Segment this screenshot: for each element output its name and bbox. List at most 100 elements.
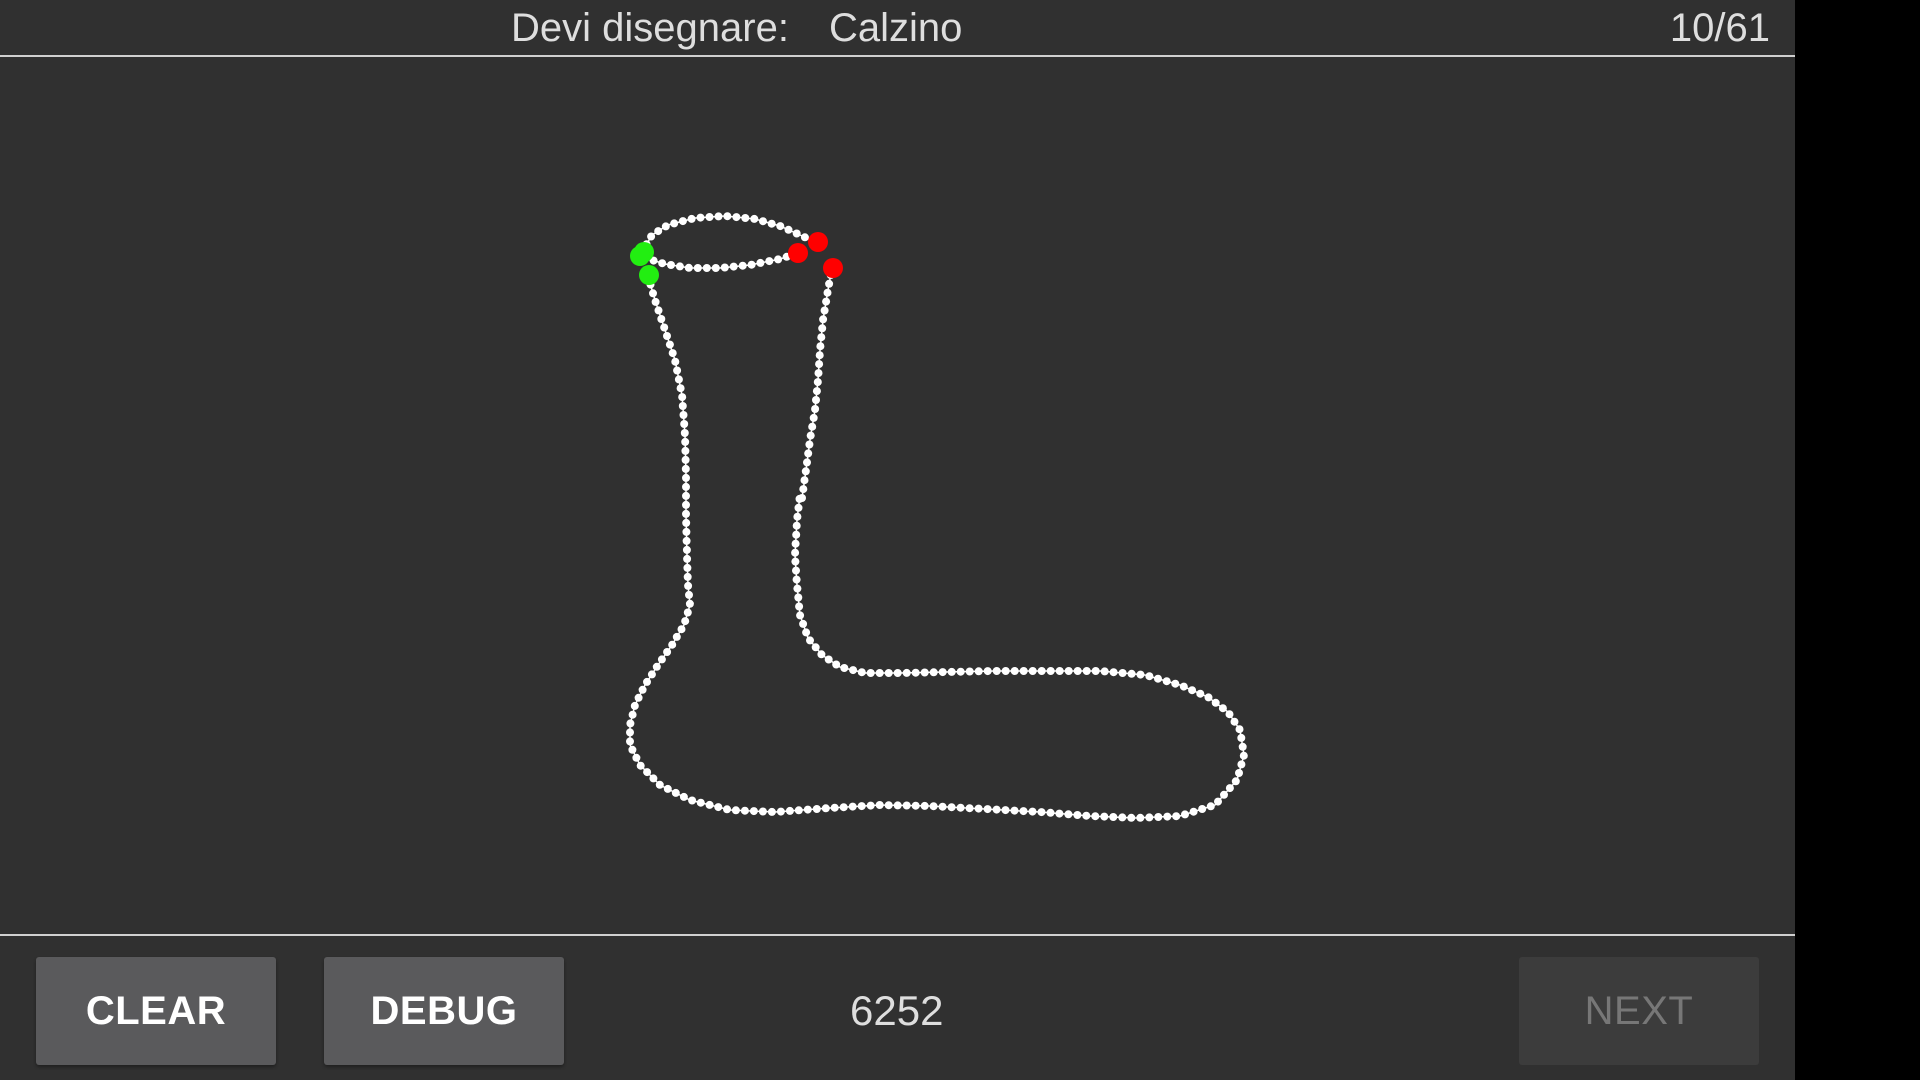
stroke-point [1237, 733, 1246, 742]
stroke-point [711, 264, 720, 272]
stroke-point [796, 611, 805, 620]
stroke-point [683, 554, 692, 563]
stroke-point [1037, 667, 1046, 675]
stroke-point [992, 805, 1001, 814]
stroke-point [705, 213, 714, 221]
stroke-point [785, 806, 794, 815]
stroke-point [679, 792, 688, 801]
stroke-point [819, 315, 828, 324]
stroke-point [818, 324, 827, 333]
stroke-point [750, 214, 759, 223]
stroke-point [823, 288, 832, 297]
stroke-point [714, 212, 723, 221]
stroke-point [799, 485, 808, 494]
stroke-point [983, 805, 992, 814]
stroke-point [682, 500, 690, 509]
stroke-point [805, 440, 814, 449]
stroke-point [794, 593, 803, 602]
stroke-point [1136, 813, 1145, 822]
stroke-point [626, 728, 634, 737]
debug-button[interactable]: DEBUG [324, 957, 564, 1065]
stroke-point [808, 422, 817, 431]
stroke-point [714, 803, 723, 812]
stroke-point [793, 512, 802, 521]
stroke-point [1055, 667, 1064, 675]
stroke-point [649, 289, 657, 298]
stroke-point [1001, 667, 1010, 675]
stroke-point [800, 476, 809, 485]
stroke-point [683, 563, 692, 572]
stroke-point [673, 366, 682, 375]
app-window: Devi disegnare: Calzino 10/61 CLEAR DEBU… [0, 0, 1795, 1080]
stroke-point [825, 279, 834, 288]
stroke-point [911, 801, 920, 810]
stroke-point [688, 796, 697, 805]
stroke-point [1082, 667, 1091, 675]
stroke-point [1064, 667, 1073, 675]
stroke-point [799, 619, 808, 628]
stroke-point [758, 807, 767, 816]
stroke-point [1172, 812, 1181, 821]
stroke-point [857, 668, 866, 677]
stroke-point [814, 369, 823, 378]
stroke-point [678, 217, 687, 226]
stroke-point [741, 214, 750, 222]
stroke-point [857, 802, 866, 811]
stroke-point [682, 491, 690, 500]
drawing-canvas[interactable] [0, 57, 1795, 935]
stroke-point [638, 685, 647, 694]
stroke-point [665, 340, 674, 349]
stroke-point [956, 667, 965, 676]
stroke-point [663, 332, 671, 340]
stroke-point [720, 263, 729, 272]
stroke-point [729, 262, 738, 271]
stroke-point [1091, 812, 1100, 821]
stroke-point [687, 214, 696, 223]
stroke-point [866, 801, 875, 810]
stroke-point [1218, 704, 1227, 713]
stroke-point [793, 584, 802, 593]
stroke-point [813, 378, 822, 387]
stroke-point [830, 803, 839, 812]
stroke-point [1136, 670, 1145, 679]
stroke-point [974, 804, 983, 813]
stroke-point [812, 805, 821, 813]
stroke-point [677, 625, 686, 634]
stroke-point [1127, 813, 1136, 822]
stroke-point [1204, 693, 1213, 702]
stroke-point [784, 225, 793, 234]
stroke-point [1181, 810, 1189, 819]
stroke-point [1230, 717, 1239, 726]
stroke-point [681, 464, 690, 473]
header-bar: Devi disegnare: Calzino 10/61 [0, 0, 1795, 57]
stroke-point [902, 668, 911, 677]
stroke-point [654, 227, 663, 236]
stroke-point [791, 557, 800, 566]
stroke-point [749, 807, 758, 816]
drawing-svg [626, 212, 1248, 822]
stroke-point [815, 351, 824, 360]
stroke-point [1196, 689, 1205, 698]
stroke-point [1206, 802, 1215, 811]
stroke-point [685, 590, 693, 599]
stroke-point [938, 802, 947, 811]
stroke-point [806, 431, 815, 440]
stroke-point [1082, 811, 1091, 820]
stroke-point [776, 222, 785, 231]
stroke-point [965, 667, 974, 676]
stroke-point [647, 670, 656, 679]
stroke-point [663, 784, 672, 793]
stroke-point [1154, 674, 1162, 683]
stroke-point [651, 297, 660, 306]
clear-button[interactable]: CLEAR [36, 957, 276, 1065]
stroke-point [832, 660, 841, 669]
stroke-point [929, 668, 938, 677]
next-button[interactable]: NEXT [1519, 957, 1759, 1065]
stroke-point [660, 323, 669, 332]
stroke-point [817, 650, 826, 659]
stroke-point [670, 219, 679, 228]
stroke-point [1019, 667, 1028, 675]
stroke-point [643, 768, 652, 777]
stroke-point [657, 315, 666, 323]
stroke-point [792, 229, 801, 238]
